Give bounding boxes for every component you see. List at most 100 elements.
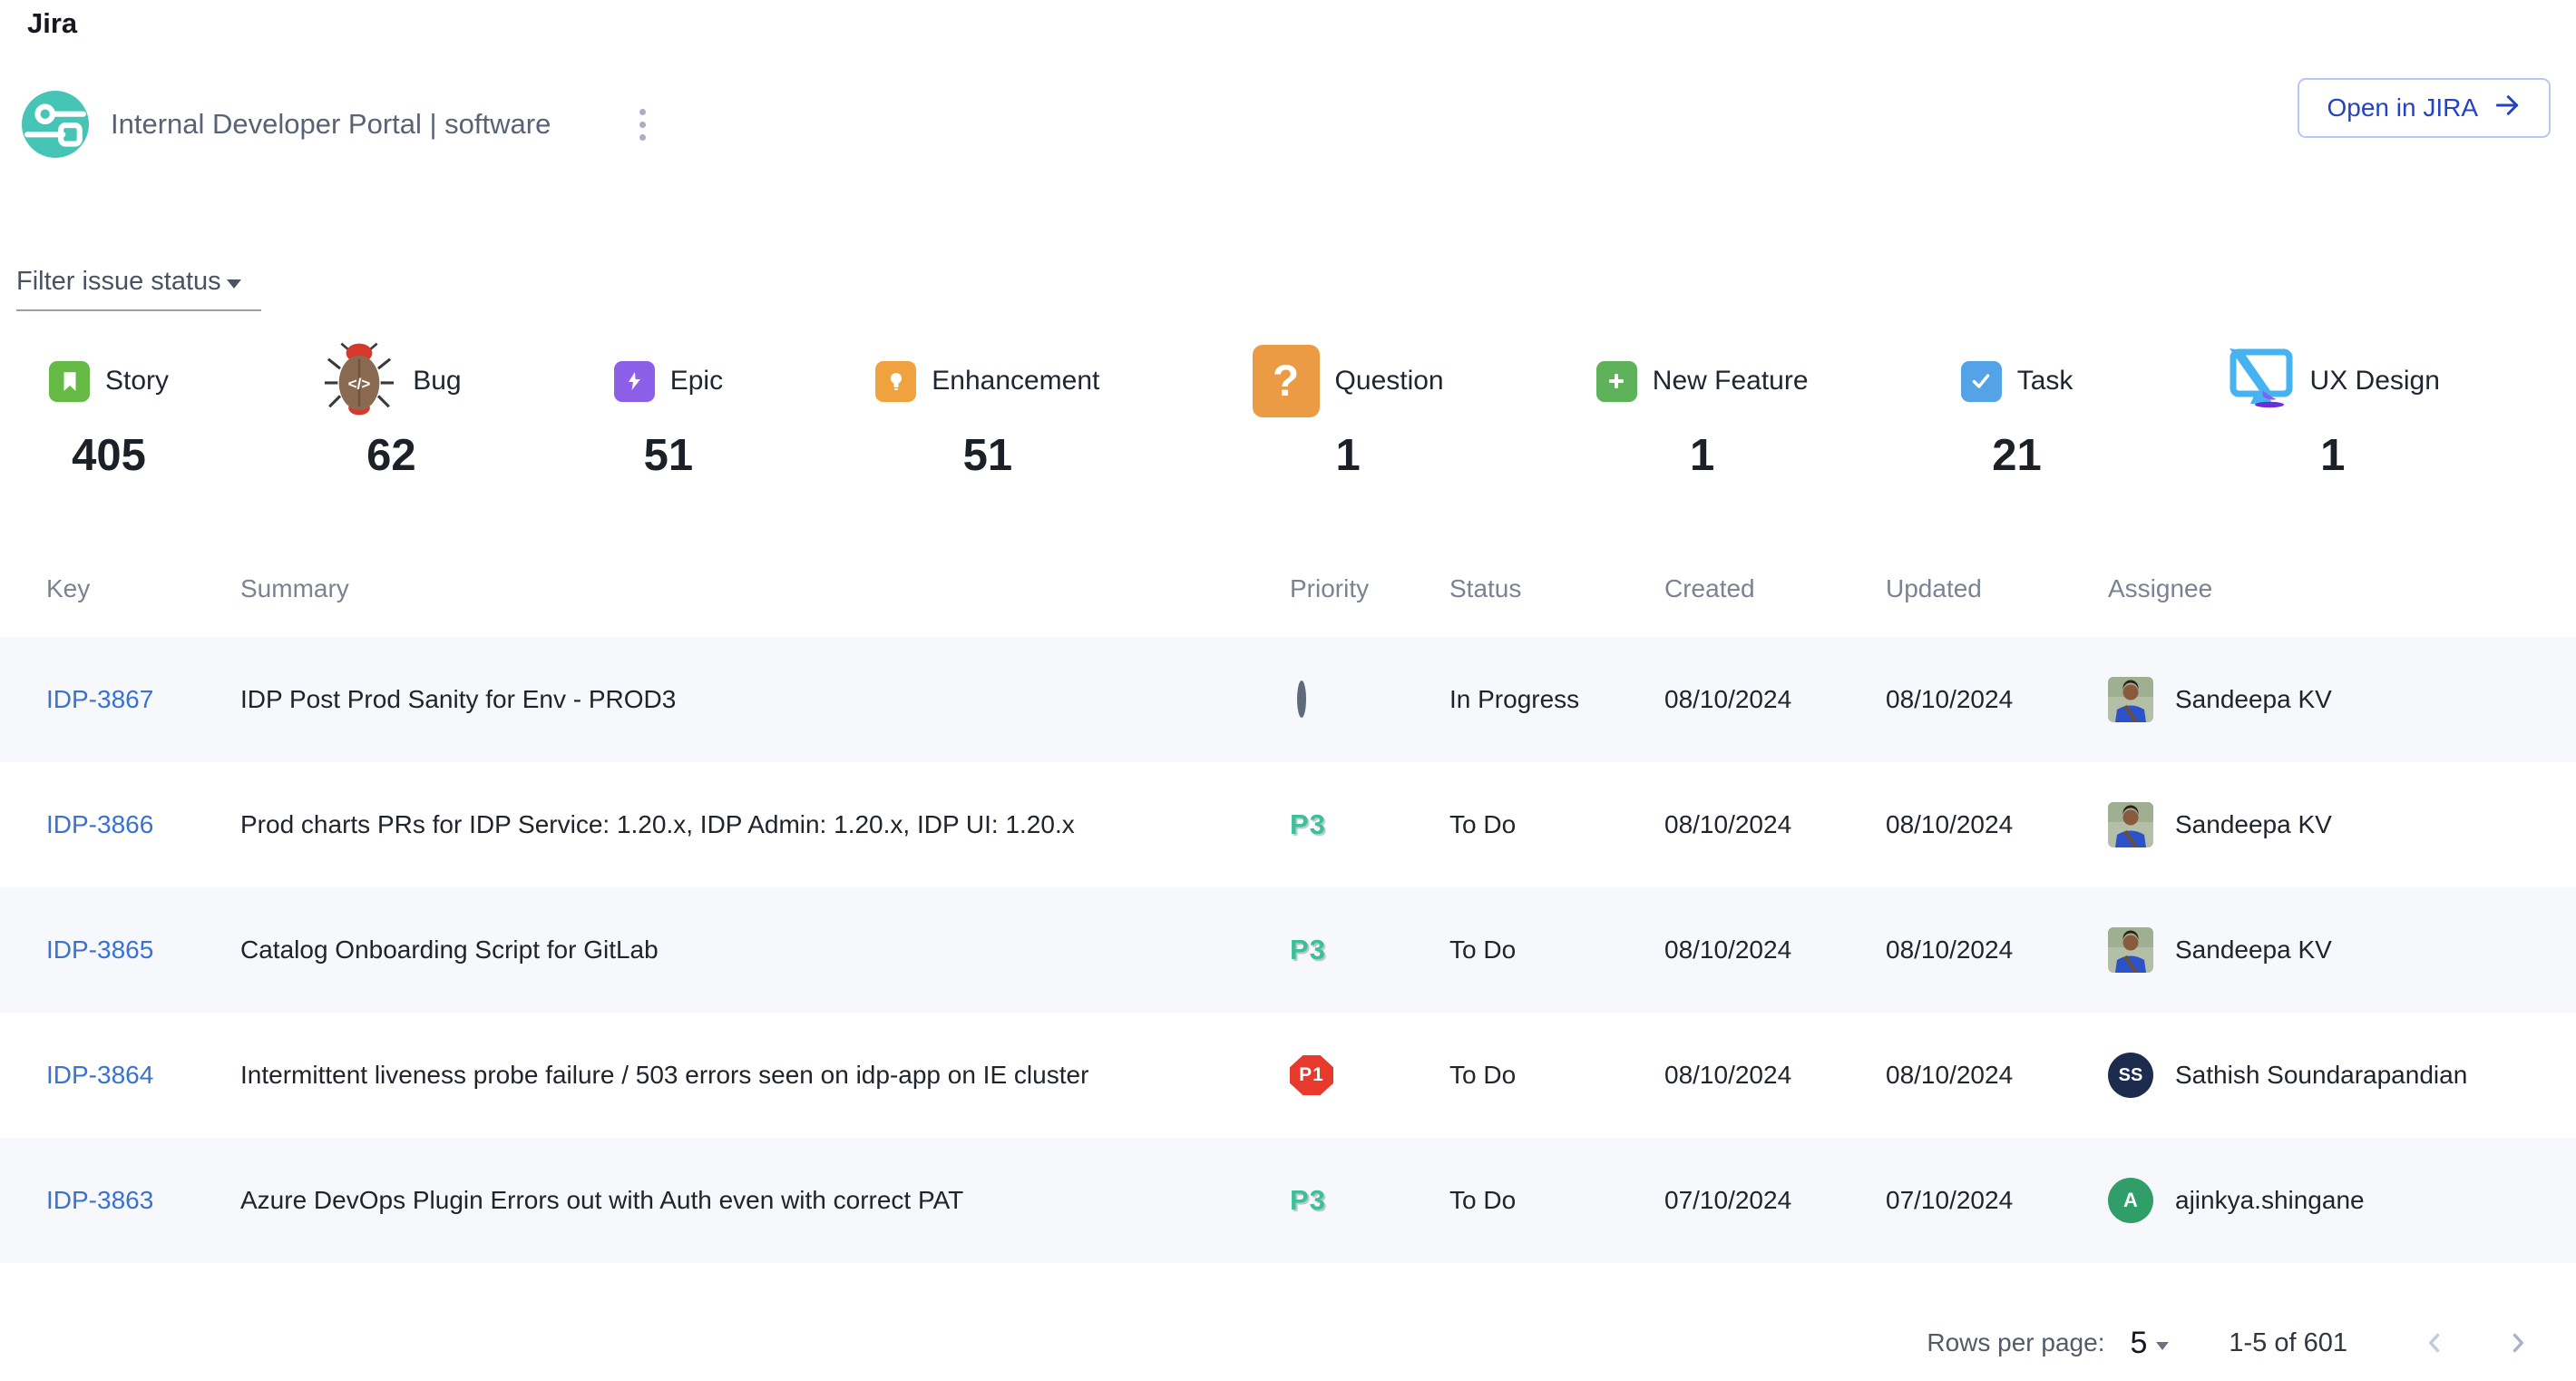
issue-key-link[interactable]: IDP-3866	[46, 810, 153, 838]
issue-created: 08/10/2024	[1664, 685, 1886, 714]
assignee-name: Sandeepa KV	[2175, 810, 2332, 839]
task-check-icon	[1961, 361, 2002, 402]
assignee-cell: A ajinkya.shingane	[2108, 1178, 2576, 1223]
chevron-down-icon	[2156, 1342, 2169, 1350]
assignee-name: Sandeepa KV	[2175, 685, 2332, 714]
assignee-cell: Sandeepa KV	[2108, 802, 2576, 847]
column-header-assignee: Assignee	[2108, 574, 2576, 603]
rows-per-page-value: 5	[2130, 1326, 2147, 1361]
issue-summary: IDP Post Prod Sanity for Env - PROD3	[240, 685, 1290, 714]
issue-type-card-epic: Epic 51	[614, 339, 723, 481]
issue-type-label: Epic	[670, 366, 723, 397]
issue-type-count: 21	[1992, 430, 2042, 481]
table-row: IDP-3865 Catalog Onboarding Script for G…	[0, 887, 2576, 1013]
issue-summary: Intermittent liveness probe failure / 50…	[240, 1061, 1290, 1090]
issue-type-count: 62	[366, 430, 416, 481]
entity-name: Internal Developer Portal | software	[111, 108, 551, 141]
issue-key-link[interactable]: IDP-3865	[46, 935, 153, 964]
epic-bolt-icon	[614, 361, 655, 402]
issue-type-card-ux-design: UX Design 1	[2226, 339, 2440, 481]
issue-status: To Do	[1449, 1061, 1664, 1090]
column-header-created: Created	[1664, 574, 1886, 603]
issue-type-count: 1	[1335, 430, 1360, 481]
new-feature-plus-icon	[1596, 361, 1637, 402]
issue-created: 07/10/2024	[1664, 1186, 1886, 1215]
avatar: SS	[2108, 1053, 2153, 1098]
kebab-menu-icon[interactable]	[630, 100, 655, 150]
issue-created: 08/10/2024	[1664, 935, 1886, 965]
rows-per-page-label: Rows per page:	[1927, 1328, 2104, 1357]
issue-type-label: UX Design	[2310, 366, 2440, 397]
ux-design-monitor-icon	[2226, 347, 2295, 416]
column-header-key: Key	[46, 574, 240, 603]
filter-issue-status-select[interactable]: Filter issue status	[16, 267, 261, 311]
table-row: IDP-3867 IDP Post Prod Sanity for Env - …	[0, 637, 2576, 762]
pagination-bar: Rows per page: 5 1-5 of 601	[1927, 1314, 2538, 1372]
issue-type-card-bug: </> Bug 62	[321, 339, 461, 481]
story-bookmark-icon	[49, 361, 90, 402]
issue-status: To Do	[1449, 810, 1664, 839]
issue-type-label: Task	[2017, 366, 2073, 397]
issue-type-count: 51	[644, 430, 694, 481]
assignee-cell: Sandeepa KV	[2108, 677, 2576, 722]
issues-table: Key Summary Priority Status Created Upda…	[0, 541, 2576, 1263]
open-in-jira-label: Open in JIRA	[2327, 93, 2478, 122]
filter-issue-status-label: Filter issue status	[16, 267, 221, 297]
issue-status: To Do	[1449, 1186, 1664, 1215]
priority-p3-badge: P3	[1290, 808, 1326, 840]
column-header-status: Status	[1449, 574, 1664, 603]
issue-type-card-task: Task 21	[1961, 339, 2073, 481]
issue-updated: 08/10/2024	[1886, 1061, 2108, 1090]
priority-p1-badge: P1	[1290, 1055, 1333, 1095]
entity-header: Internal Developer Portal | software	[22, 91, 655, 158]
issue-key-link[interactable]: IDP-3867	[46, 685, 153, 713]
issue-updated: 08/10/2024	[1886, 935, 2108, 965]
issue-key-link[interactable]: IDP-3863	[46, 1186, 153, 1214]
issue-type-count: 405	[72, 430, 146, 481]
next-page-button[interactable]	[2498, 1323, 2538, 1363]
enhancement-bulb-icon	[875, 361, 916, 402]
issue-type-count: 51	[963, 430, 1013, 481]
svg-text:</>: </>	[348, 375, 371, 392]
avatar: A	[2108, 1178, 2153, 1223]
issue-status: In Progress	[1449, 685, 1664, 714]
internal-developer-portal-logo-icon	[22, 91, 89, 158]
priority-p3-badge: P3	[1290, 1184, 1326, 1216]
priority-none-icon	[1297, 681, 1306, 718]
table-row: IDP-3866 Prod charts PRs for IDP Service…	[0, 762, 2576, 887]
issue-type-label: Bug	[413, 366, 461, 397]
assignee-name: Sathish Soundarapandian	[2175, 1061, 2467, 1090]
table-header-row: Key Summary Priority Status Created Upda…	[0, 541, 2576, 637]
issue-updated: 07/10/2024	[1886, 1186, 2108, 1215]
issue-type-label: Question	[1335, 366, 1444, 397]
issue-type-card-question: ? Question 1	[1253, 339, 1444, 481]
issue-type-cards: Story 405	[49, 339, 2440, 481]
column-header-summary: Summary	[240, 574, 1290, 603]
avatar	[2108, 677, 2153, 722]
table-row: IDP-3863 Azure DevOps Plugin Errors out …	[0, 1138, 2576, 1263]
issue-summary: Azure DevOps Plugin Errors out with Auth…	[240, 1186, 1290, 1215]
rows-per-page-select[interactable]: 5	[2130, 1326, 2169, 1361]
chevron-down-icon	[227, 279, 241, 289]
page-title: Jira	[27, 7, 77, 40]
issue-updated: 08/10/2024	[1886, 810, 2108, 839]
bug-beetle-icon: </>	[321, 339, 397, 424]
issue-status: To Do	[1449, 935, 1664, 965]
issue-created: 08/10/2024	[1664, 810, 1886, 839]
issue-type-label: New Feature	[1653, 366, 1809, 397]
issue-type-label: Story	[105, 366, 169, 397]
column-header-updated: Updated	[1886, 574, 2108, 603]
pagination-range-label: 1-5 of 601	[2229, 1328, 2347, 1358]
previous-page-button[interactable]	[2415, 1323, 2454, 1363]
issue-summary: Catalog Onboarding Script for GitLab	[240, 935, 1290, 965]
table-row: IDP-3864 Intermittent liveness probe fai…	[0, 1013, 2576, 1138]
issue-summary: Prod charts PRs for IDP Service: 1.20.x,…	[240, 810, 1290, 839]
question-mark-icon: ?	[1253, 345, 1320, 417]
issue-type-label: Enhancement	[932, 366, 1099, 397]
issue-updated: 08/10/2024	[1886, 685, 2108, 714]
issue-type-card-enhancement: Enhancement 51	[875, 339, 1099, 481]
open-in-jira-button[interactable]: Open in JIRA	[2298, 78, 2551, 138]
issue-type-count: 1	[1690, 430, 1714, 481]
issue-type-count: 1	[2320, 430, 2345, 481]
issue-key-link[interactable]: IDP-3864	[46, 1061, 153, 1089]
